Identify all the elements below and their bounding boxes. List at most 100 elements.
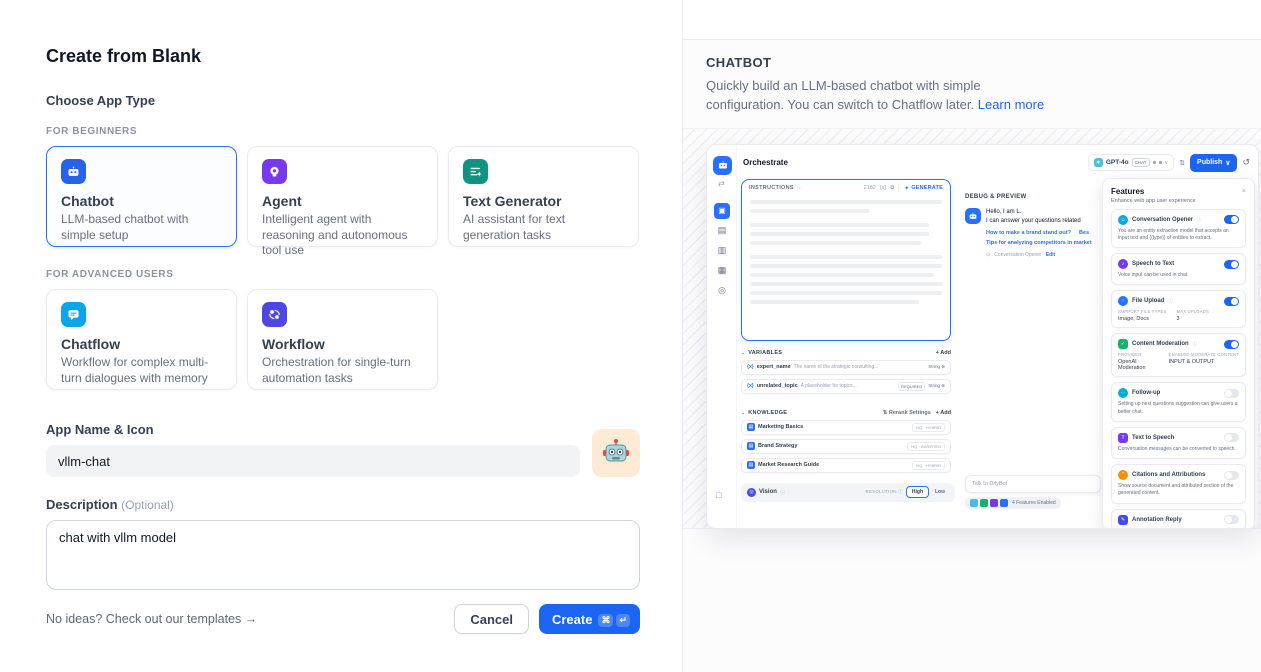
app-type-description: Intelligent agent with reasoning and aut… [262,212,423,259]
dataset-icon: ▤ [747,442,755,450]
mini-sidebar: ⇄ ▣▤▥▦◎ □ [707,145,737,528]
knowledge-section: ⌄ KNOWLEDGE ⇅ Rerank Settings + Add ▤Mar… [741,410,951,473]
edit-opener-link: Edit [1046,252,1055,258]
knowledge-row: ▤Marketing BasicsHQ · HYBRID [741,420,951,435]
templates-link[interactable]: No ideas? Check out our templates → [46,612,257,626]
feature-name: Annotation Reply [1132,517,1182,523]
app-type-cards-row: Chatbot LLM-based chatbot with simple set… [46,146,640,247]
preview-image-icon: ▤ [714,223,730,239]
model-name: GPT-4o [1106,159,1129,166]
preview-header: CHATBOT Quickly build an LLM-based chatb… [683,40,1261,115]
feature-card-header: TText to Speech [1118,433,1239,443]
swap-icon: ⇄ [718,179,725,188]
keycap-icon: ⌘ [598,614,613,627]
generate-label: GENERATE [911,185,943,191]
feature-kv-value: 3 [1177,316,1209,322]
feature-kv-value: INPUT & OUTPUT [1169,359,1239,365]
logs-icon: ▦ [714,263,730,279]
features-enabled-label: 4 Features Enabled [1012,500,1056,506]
description-label-row: Description (Optional) [46,497,640,512]
app-type-card-workflow[interactable]: WorkflowOrchestration for single-turn au… [247,289,438,390]
enabled-feature-icon [1000,499,1008,507]
sidebar-bottom-icon: □ [716,490,721,500]
copy-icon: ⧉ [890,185,894,192]
features-enabled-bar: 4 Features Enabled [965,497,1061,509]
feature-card: ”Citations and AttributionsShow source d… [1111,464,1246,504]
app-name-input[interactable] [46,445,580,477]
model-mode-chip: CHAT [1132,158,1150,167]
mini-chat-input: Talk to DifyBot [965,475,1101,493]
create-button[interactable]: Create ⌘↵ [539,604,640,634]
suggestion-row: How to make a brand stand out?Bes [986,230,1101,236]
variables-section: ⌄ VARIABLES + Add {x}expert_nameThe name… [741,350,951,394]
content-moderation-icon: ✓ [1118,339,1128,349]
app-type-name: Chatbot [61,193,222,209]
info-icon: ⓘ [797,185,802,192]
skeleton-gap [750,218,942,223]
resolution-option-low: Low [931,487,949,497]
bot-avatar [965,208,981,224]
features-list: ☺Conversation OpenerⓘYou are an entity e… [1111,209,1246,529]
description-optional-label: (Optional) [121,498,174,512]
suggested-question-chip: How to make a brand stand out? [986,230,1071,236]
chatbot-preview-screenshot: ⇄ ▣▤▥▦◎ □ Orchestrate ∗ GPT-4o CHAT ∨ [706,144,1259,529]
feature-description: You are an entity extraction model that … [1118,228,1239,243]
instructions-header: INSTRUCTIONS ⓘ 2182 {x} ⧉ ✦ GENERATE [742,180,950,195]
chatbot-icon [61,159,86,184]
toggle-knob [1225,516,1232,523]
feature-kv-key: SUPPORT FILE TYPES [1118,309,1167,314]
striped-band: ⇄ ▣▤▥▦◎ □ Orchestrate ∗ GPT-4o CHAT ∨ [683,128,1261,529]
app-type-card-chatflow[interactable]: ChatflowWorkflow for complex multi-turn … [46,289,237,390]
preview-description: Quickly build an LLM-based chatbot with … [706,77,1056,115]
documents-icon: ▥ [714,243,730,259]
toggle-knob [1231,261,1238,268]
app-icon-picker-button[interactable] [592,429,640,477]
arrow-right-icon: → [245,612,258,626]
enabled-feature-icon [980,499,988,507]
variable-name: unrelated_topic [757,383,798,389]
toggle-knob [1225,434,1232,441]
app-type-description: Workflow for complex multi-turn dialogue… [61,355,222,386]
variable-row: {x}expert_nameThe name of the strategic … [741,360,951,375]
skeleton-line [750,200,942,204]
agent-icon [262,159,287,184]
app-type-card-text-generator[interactable]: Text GeneratorAI assistant for text gene… [448,146,639,247]
resolution-option-high: High [906,486,929,498]
create-button-label: Create [552,612,592,627]
dataset-name: Market Research Guide [758,462,909,468]
feature-name: Citations and Attributions [1132,472,1205,478]
features-panel: Features × Enhance web app user experien… [1102,178,1255,529]
app-type-description: LLM-based chatbot with simple setup [61,212,222,243]
footer-buttons: Cancel Create ⌘↵ [454,604,640,634]
required-chip: REQUIRED [898,382,925,391]
app-type-preview-pane: CHATBOT Quickly build an LLM-based chatb… [682,0,1261,672]
feature-kv-col: ENABLED MODERATE CONTENTINPUT & OUTPUT [1169,352,1239,371]
mini-publish-button: Publish ∨ [1190,154,1237,172]
workflow-icon [262,302,287,327]
cancel-button[interactable]: Cancel [454,604,529,634]
char-count: 2182 [864,185,876,191]
skeleton-line [750,300,919,304]
dataset-tag: HQ · INVERTED [907,442,945,451]
enabled-feature-icon [990,499,998,507]
app-type-card-chatbot[interactable]: Chatbot LLM-based chatbot with simple set… [46,146,237,247]
rerank-settings-button: ⇅ Rerank Settings [883,410,931,416]
annotation-reply-icon: ✎ [1118,515,1128,525]
variable-braces-icon: {x} [747,364,754,370]
feature-toggle [1224,215,1239,224]
instructions-actions: 2182 {x} ⧉ ✦ GENERATE [864,185,943,192]
learn-more-link[interactable]: Learn more [978,97,1044,112]
feature-card-header: ↑File Uploadⓘ [1118,296,1239,306]
features-subtitle: Enhance web app user experience [1111,198,1246,204]
app-type-card-agent[interactable]: AgentIntelligent agent with reasoning an… [247,146,438,247]
create-from-blank-pane: Create from Blank Choose App Type FOR BE… [0,0,682,672]
model-option-icon [1153,161,1156,164]
description-textarea[interactable]: chat with vllm model [46,520,640,590]
toggle-knob [1231,216,1238,223]
monitoring-icon: ◎ [714,283,730,299]
variable-braces-icon: {x} [747,383,754,389]
app-type-group-label: FOR ADVANCED USERS [46,269,640,280]
skeleton-line [750,291,942,295]
mini-page-title: Orchestrate [743,158,788,167]
feature-name: Text to Speech [1132,435,1174,441]
